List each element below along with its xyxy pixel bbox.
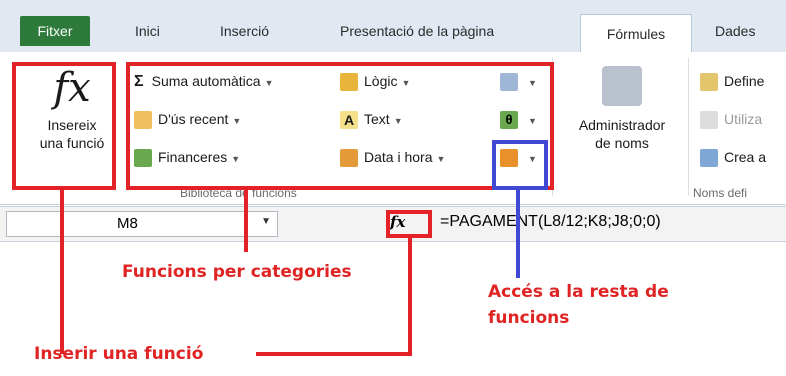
tab-home[interactable]: Inici bbox=[135, 22, 160, 40]
tab-file[interactable]: Fitxer bbox=[20, 16, 90, 46]
name-manager-label-2: de noms bbox=[595, 135, 649, 151]
chevron-down-icon[interactable]: ▼ bbox=[261, 216, 271, 227]
connector-line bbox=[256, 352, 412, 356]
create-from-selection-button[interactable]: Crea a bbox=[700, 148, 767, 168]
use-in-formula-label: Utiliza bbox=[724, 111, 763, 127]
tab-page-layout[interactable]: Presentació de la pàgina bbox=[340, 22, 494, 40]
callout-more-functions-2: funcions bbox=[488, 308, 570, 328]
cell-reference: M8 bbox=[117, 215, 138, 232]
connector-line bbox=[244, 190, 248, 252]
callout-insert-function: Inserir una funció bbox=[34, 344, 204, 364]
name-manager-label-1: Administrador bbox=[578, 117, 666, 133]
ribbon-tab-bar: Fitxer Inici Inserció Presentació de la … bbox=[0, 0, 786, 53]
name-box[interactable]: M8 ▼ bbox=[6, 211, 278, 237]
grid-icon bbox=[700, 149, 718, 168]
annotation-box-insert-function bbox=[12, 62, 116, 190]
group-label-defined-names: Noms defi bbox=[693, 186, 748, 200]
callout-function-categories: Funcions per categories bbox=[122, 262, 352, 282]
define-name-label: Define bbox=[724, 73, 765, 89]
tag-icon bbox=[700, 73, 718, 92]
connector-line bbox=[60, 190, 64, 354]
callout-more-functions-1: Accés a la resta de bbox=[488, 282, 669, 302]
define-name-button[interactable]: Define bbox=[700, 72, 765, 92]
use-in-formula-button[interactable]: Utiliza bbox=[700, 110, 763, 130]
tab-formulas[interactable]: Fórmules bbox=[580, 14, 692, 53]
connector-line bbox=[408, 238, 412, 354]
create-from-selection-label: Crea a bbox=[724, 149, 767, 165]
connector-line bbox=[516, 190, 520, 278]
annotation-box-fx bbox=[386, 210, 432, 238]
tab-data[interactable]: Dades bbox=[715, 22, 755, 40]
group-divider bbox=[688, 58, 689, 196]
name-manager-button[interactable]: Administrador de noms bbox=[562, 66, 682, 152]
tab-insert[interactable]: Inserció bbox=[220, 22, 269, 40]
fx-small-icon bbox=[700, 111, 718, 130]
card-file-icon bbox=[602, 66, 642, 106]
annotation-box-more-functions bbox=[492, 140, 548, 190]
annotation-box-categories bbox=[126, 62, 554, 190]
formula-text[interactable]: =PAGAMENT(L8/12;K8;J8;0;0) bbox=[440, 213, 661, 231]
